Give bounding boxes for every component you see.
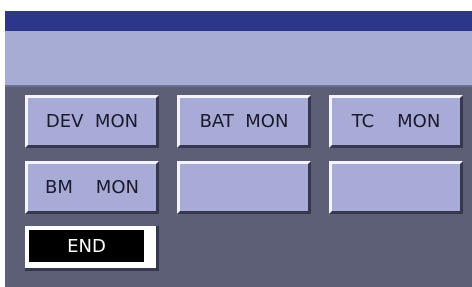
empty-button-1[interactable] [177, 161, 311, 214]
end-button-label: END [29, 230, 144, 262]
header-bar [5, 31, 472, 87]
empty-button-2[interactable] [329, 161, 463, 214]
tc-mon-button[interactable]: TC MON [329, 95, 463, 148]
dev-mon-button[interactable]: DEV MON [25, 95, 159, 148]
end-button[interactable]: END [25, 226, 159, 271]
bm-mon-button[interactable]: BM MON [25, 161, 159, 214]
bat-mon-button[interactable]: BAT MON [177, 95, 311, 148]
title-bar [5, 11, 472, 31]
